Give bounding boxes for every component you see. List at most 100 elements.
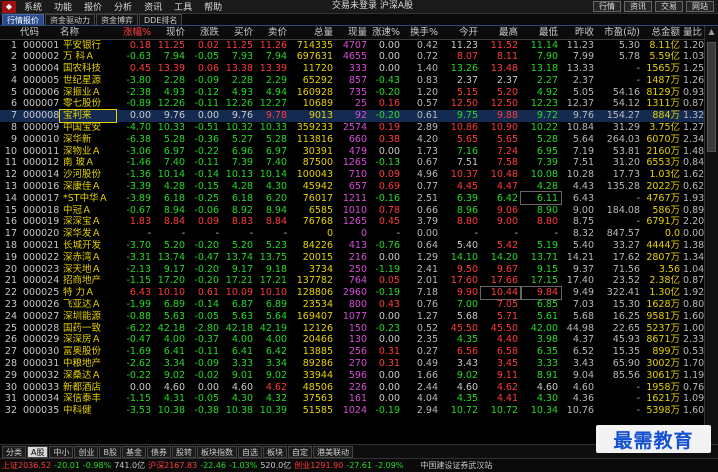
- menu-item-1[interactable]: 功能: [48, 0, 78, 13]
- scroll-up-icon[interactable]: ▲: [705, 26, 718, 38]
- menu-item-0[interactable]: 系统: [18, 0, 48, 13]
- table-cell: 4.62: [265, 381, 287, 393]
- market-tab-12[interactable]: 港美联动: [312, 445, 353, 458]
- table-row[interactable]: 10 000011 深物业Ａ -3.06 6.97 -0.22 6.96 6.97 30391 4…: [0, 145, 704, 157]
- vertical-scrollbar[interactable]: ▲: [704, 26, 718, 444]
- column-header-3[interactable]: 涨幅%: [116, 26, 154, 40]
- column-header-4[interactable]: 现价: [154, 26, 188, 40]
- top-button-2[interactable]: 交易: [655, 1, 683, 12]
- column-header-0[interactable]: [0, 26, 20, 40]
- table-row[interactable]: 17 000020 深华发Ａ - - - - - 0 0 - 0.00 - - - 8.32 847.57 0.0…: [0, 228, 704, 240]
- stock-name: 中冠Ａ: [63, 204, 92, 216]
- table-row[interactable]: 2 000002 万 科Ａ -0.63 7.94 -0.05 7.93 7.94 697631 4…: [0, 51, 704, 63]
- scroll-thumb[interactable]: [707, 42, 716, 152]
- market-tab-5[interactable]: 基金: [121, 445, 146, 458]
- table-row[interactable]: 30 000033 新都酒店 0.00 4.60 0.00 4.60 4.62 48506 226…: [0, 381, 704, 393]
- market-tab-6[interactable]: 债券: [146, 445, 171, 458]
- market-tab-4[interactable]: B股: [99, 445, 121, 458]
- column-header-18[interactable]: 量比: [683, 26, 704, 40]
- table-cell: 1.09: [683, 393, 704, 405]
- table-row[interactable]: 28 000031 中粮地产 -2.62 3.34 -0.09 3.33 3.34 89286 2…: [0, 358, 704, 370]
- column-header-9[interactable]: 现量: [336, 26, 370, 40]
- table-row[interactable]: 15 000018 中冠Ａ -0.67 8.94 -0.06 8.92 8.94 6585 101…: [0, 204, 704, 216]
- column-header-5[interactable]: 涨跌: [188, 26, 222, 40]
- table-row[interactable]: 27 000030 富奥股份 -1.69 6.41 -0.11 6.41 6.42 13885 2…: [0, 346, 704, 358]
- table-cell: 0.00: [378, 51, 400, 63]
- table-cell: 2.29: [265, 74, 287, 86]
- market-tab-0[interactable]: 分类: [2, 445, 26, 458]
- column-header-14[interactable]: 最低: [521, 26, 561, 40]
- table-row[interactable]: 16 000019 深深宝Ａ 1.83 8.84 0.09 8.83 8.84 76768 126…: [0, 216, 704, 228]
- table-row[interactable]: 32 000035 中科健 -3.53 10.38 -0.38 10.38 10.39 5158…: [0, 405, 704, 417]
- column-header-10[interactable]: 涨速%: [370, 26, 403, 40]
- table-cell: 10.34: [530, 405, 558, 417]
- market-tab-2[interactable]: 中小: [49, 445, 74, 458]
- column-header-2[interactable]: 名称: [60, 26, 116, 40]
- view-tab-2[interactable]: 资金博弈: [96, 14, 138, 25]
- top-button-0[interactable]: 行情: [593, 1, 621, 12]
- table-cell: 9.00: [572, 204, 594, 216]
- table-row[interactable]: 12 000014 沙河股份 -1.36 10.14 -0.14 10.13 10.14 100…: [0, 169, 704, 181]
- table-row[interactable]: 26 000029 深深房Ａ -0.47 4.00 -0.37 4.00 4.00 20466 1…: [0, 334, 704, 346]
- table-row[interactable]: 20 000023 深天地Ａ -2.13 9.17 -0.20 9.17 9.18 3734 25…: [0, 263, 704, 275]
- menu-item-6[interactable]: 帮助: [198, 0, 228, 13]
- table-row[interactable]: 3 000004 国农科技 0.45 13.39 0.06 13.38 13.39 11720 3…: [0, 63, 704, 75]
- top-button-3[interactable]: 网站: [686, 1, 714, 12]
- column-header-11[interactable]: 换手%: [403, 26, 441, 40]
- table-row[interactable]: 21 000024 招商地产 -1.15 17.20 -0.20 17.21 17.21 137…: [0, 275, 704, 287]
- market-tab-8[interactable]: 板块指数: [196, 445, 237, 458]
- column-header-7[interactable]: 卖价: [256, 26, 290, 40]
- view-tab-1[interactable]: 资金驱动力: [45, 14, 95, 25]
- column-header-6[interactable]: 买价: [222, 26, 256, 40]
- menu-item-5[interactable]: 工具: [168, 0, 198, 13]
- column-header-1[interactable]: 代码: [20, 26, 60, 40]
- table-row[interactable]: 19 000022 深赤湾Ａ -3.31 13.74 -0.47 13.74 13.75 200…: [0, 251, 704, 263]
- table-row[interactable]: 6 000007 零七股份 -0.89 12.26 -0.11 12.26 12.27 1068…: [0, 98, 704, 110]
- column-header-17[interactable]: 总金额: [643, 26, 683, 40]
- column-header-16[interactable]: 市盈(动): [597, 26, 643, 40]
- table-row[interactable]: 14 000017 *ST中华Ａ -3.89 6.18 -0.25 6.18 6.20 7601…: [0, 191, 704, 206]
- table-row[interactable]: 23 000026 飞亚达Ａ -1.99 6.89 -0.14 6.87 6.89 23534 8…: [0, 299, 704, 311]
- table-cell: 30391: [302, 145, 333, 157]
- table-row[interactable]: 1 000001 平安银行 0.18 11.25 0.02 11.25 11.26 714335…: [0, 39, 704, 51]
- menu-item-2[interactable]: 报价: [78, 0, 108, 13]
- column-header-8[interactable]: 总量: [290, 26, 336, 40]
- column-header-13[interactable]: 最高: [481, 26, 521, 40]
- menu-item-4[interactable]: 资讯: [138, 0, 168, 13]
- market-tab-1[interactable]: A股: [27, 445, 49, 458]
- market-tab-3[interactable]: 创业: [74, 445, 99, 458]
- table-row[interactable]: 31 000034 深信泰丰 -1.15 4.31 -0.05 4.30 4.32 37563 1…: [0, 393, 704, 405]
- market-tab-9[interactable]: 自选: [237, 445, 262, 458]
- table-cell: 884万: [643, 109, 683, 122]
- table-cell: 1.48: [683, 145, 704, 157]
- table-row[interactable]: 5 000006 深振业Ａ -2.38 4.93 -0.12 4.93 4.94 160928 7…: [0, 86, 704, 98]
- table-row[interactable]: 29 000032 深桑达Ａ -0.22 9.02 -0.02 9.01 9.02 33944 5…: [0, 369, 704, 381]
- table-row[interactable]: 18 000021 长城开发 -3.70 5.20 -0.20 5.20 5.23 84226 4…: [0, 240, 704, 252]
- market-tab-11[interactable]: 自定: [287, 445, 312, 458]
- table-row[interactable]: 13 000016 深康佳Ａ -3.39 4.28 -0.15 4.28 4.30 45942 6…: [0, 181, 704, 193]
- table-row[interactable]: 24 000027 深圳能源 -0.88 5.63 -0.05 5.63 5.64 169407…: [0, 310, 704, 322]
- table-cell: 0.00: [683, 228, 704, 240]
- table-cell: 89286: [302, 357, 333, 369]
- top-button-1[interactable]: 资讯: [624, 1, 652, 12]
- market-tab-7[interactable]: 股转: [171, 445, 196, 458]
- column-header-15[interactable]: 昨收: [561, 26, 597, 40]
- table-row[interactable]: 11 000012 南 玻Ａ -1.46 7.40 -0.11 7.39 7.40 87500 1…: [0, 157, 704, 169]
- stock-code: 000025: [23, 287, 60, 299]
- table-row[interactable]: 4 000005 世纪星源 -3.80 2.28 -0.09 2.28 2.29 65292 85…: [0, 74, 704, 86]
- table-row[interactable]: 22 000025 特 力Ａ 6.43 10.10 0.61 10.09 10.10 12880…: [0, 285, 704, 300]
- stock-name: 长城开发: [63, 239, 102, 251]
- table-row[interactable]: 7 000008 宝利来 0.00 9.76 0.00 9.76 9.78 9013 92 -0.2…: [0, 108, 704, 123]
- table-row[interactable]: 8 000009 中国宝安 -4.70 10.33 -0.51 10.32 10.33 3592…: [0, 122, 704, 134]
- view-tab-3[interactable]: DDE排名: [139, 14, 183, 25]
- table-cell: 8.75: [572, 216, 594, 228]
- table-cell: -: [636, 393, 640, 405]
- table-row[interactable]: 25 000028 国药一致 -6.22 42.18 -2.80 42.18 42.19 121…: [0, 322, 704, 334]
- table-cell: 7.94: [265, 51, 287, 63]
- column-header-12[interactable]: 今开: [441, 26, 481, 40]
- menu-item-3[interactable]: 分析: [108, 0, 138, 13]
- table-row[interactable]: 9 000010 深华新 -6.38 5.28 -0.36 5.27 5.28 113816 66…: [0, 133, 704, 145]
- view-tab-0[interactable]: 行情报价: [2, 14, 44, 25]
- stock-code: 000022: [23, 251, 60, 263]
- market-tab-10[interactable]: 板块: [262, 445, 287, 458]
